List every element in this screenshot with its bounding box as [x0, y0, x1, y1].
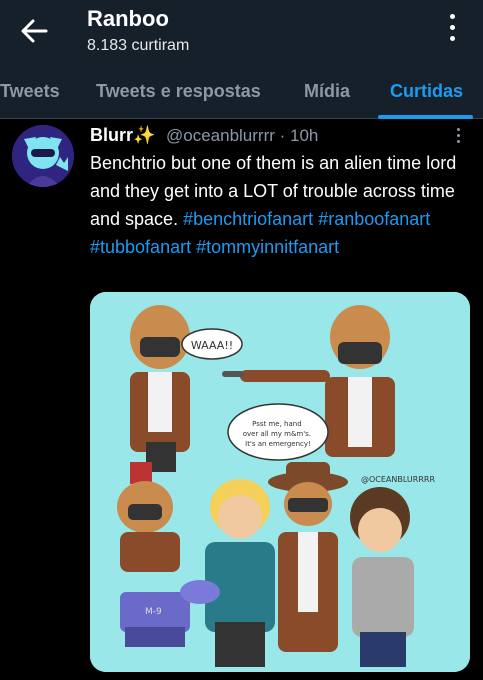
tab-likes[interactable]: Curtidas [390, 81, 463, 102]
more-vertical-icon[interactable] [444, 14, 460, 48]
author-handle-time: @oceanblurrrr · 10h [166, 126, 319, 145]
profile-tabs: Tweets Tweets e respostas Mídia Curtidas [0, 62, 483, 119]
hashtag-link[interactable]: #tubbofanart [90, 237, 191, 257]
avatar[interactable] [12, 125, 74, 187]
tab-tweets-replies[interactable]: Tweets e respostas [96, 81, 261, 102]
tweet-menu-icon[interactable] [455, 128, 461, 146]
speech-bubble-2: Psst me, hand over all my m&m's. It's an… [243, 420, 314, 448]
avatar-art [12, 125, 74, 187]
active-tab-indicator [378, 115, 473, 119]
character-blond [205, 479, 275, 667]
robot-label: M-9 [145, 607, 162, 617]
tab-media[interactable]: Mídia [304, 81, 350, 102]
speech-bubble-1: WAAA!! [191, 339, 233, 352]
hashtag-link[interactable]: #tommyinnitfanart [196, 237, 339, 257]
tweet-media-image[interactable]: WAAA!! Psst me, hand over all my m&m's. … [90, 292, 470, 672]
hashtag-link[interactable]: #benchtriofanart [183, 209, 313, 229]
likes-count: 8.183 curtiram [87, 37, 190, 54]
artist-credit: @OCEANBLURRRR [361, 475, 435, 484]
hashtag-link[interactable]: #ranboofanart [318, 209, 430, 229]
arrow-left-icon[interactable] [18, 16, 50, 46]
fanart-illustration: WAAA!! Psst me, hand over all my m&m's. … [90, 292, 470, 672]
tab-tweets[interactable]: Tweets [0, 81, 60, 102]
author-name[interactable]: Blurr✨ [90, 125, 155, 146]
top-app-bar: Ranboo 8.183 curtiram [0, 0, 483, 62]
tweet-text: Benchtrio but one of them is an alien ti… [90, 149, 475, 261]
profile-title: Ranboo [87, 6, 169, 31]
character-left-top [130, 305, 190, 472]
